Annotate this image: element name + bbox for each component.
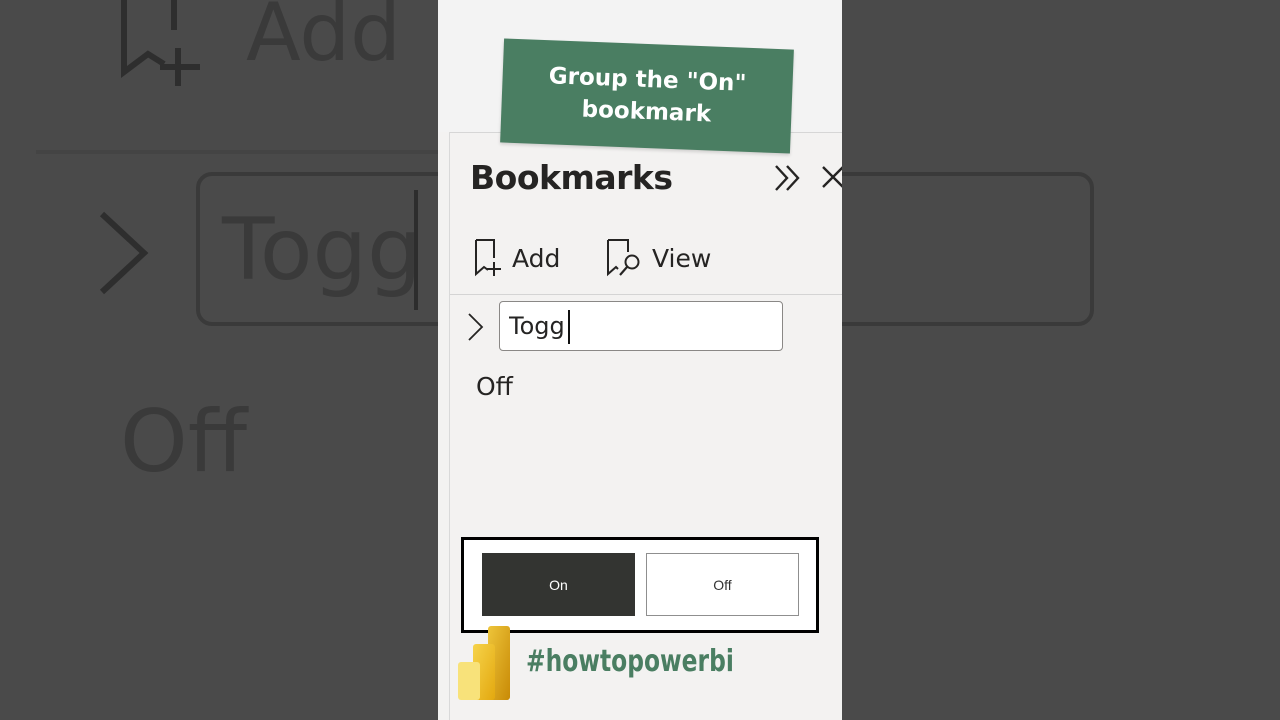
instruction-banner: Group the "On" bookmark	[500, 38, 794, 154]
chevron-right-icon[interactable]	[466, 312, 486, 342]
slicer-off-button[interactable]: Off	[646, 553, 799, 616]
bg-caret	[414, 190, 418, 310]
bg-divider	[36, 150, 456, 154]
bookmark-add-icon	[121, 0, 200, 86]
bookmark-item-off[interactable]: Off	[476, 372, 513, 401]
add-label: Add	[512, 243, 561, 273]
bg-off-label: Off	[120, 392, 247, 492]
view-bookmarks-button[interactable]: View	[606, 236, 711, 280]
chevron-right-icon	[99, 211, 149, 295]
bookmark-add-icon	[475, 239, 501, 277]
toggle-slicer: On Off	[461, 537, 819, 633]
expand-pane-icon[interactable]	[772, 162, 804, 194]
bookmark-view-icon	[607, 239, 640, 277]
bookmarks-pane-title: Bookmarks	[470, 158, 673, 197]
bg-add-label: Add	[246, 0, 401, 79]
close-icon[interactable]	[820, 164, 842, 190]
powerbi-logo-icon	[458, 626, 510, 700]
bg-input-text: Togg	[222, 200, 422, 300]
group-name-input[interactable]	[499, 301, 783, 351]
add-bookmark-button[interactable]: Add	[474, 236, 560, 280]
toolbar-divider	[450, 294, 842, 295]
view-label: View	[652, 243, 712, 273]
panel-left-border	[449, 132, 450, 720]
bookmarks-panel-frame: Group the "On" bookmark Bookmarks Add Vi…	[438, 0, 842, 720]
text-caret	[568, 310, 570, 344]
slicer-on-button[interactable]: On	[482, 553, 635, 616]
hashtag-label: #howtopowerbi	[526, 644, 734, 679]
